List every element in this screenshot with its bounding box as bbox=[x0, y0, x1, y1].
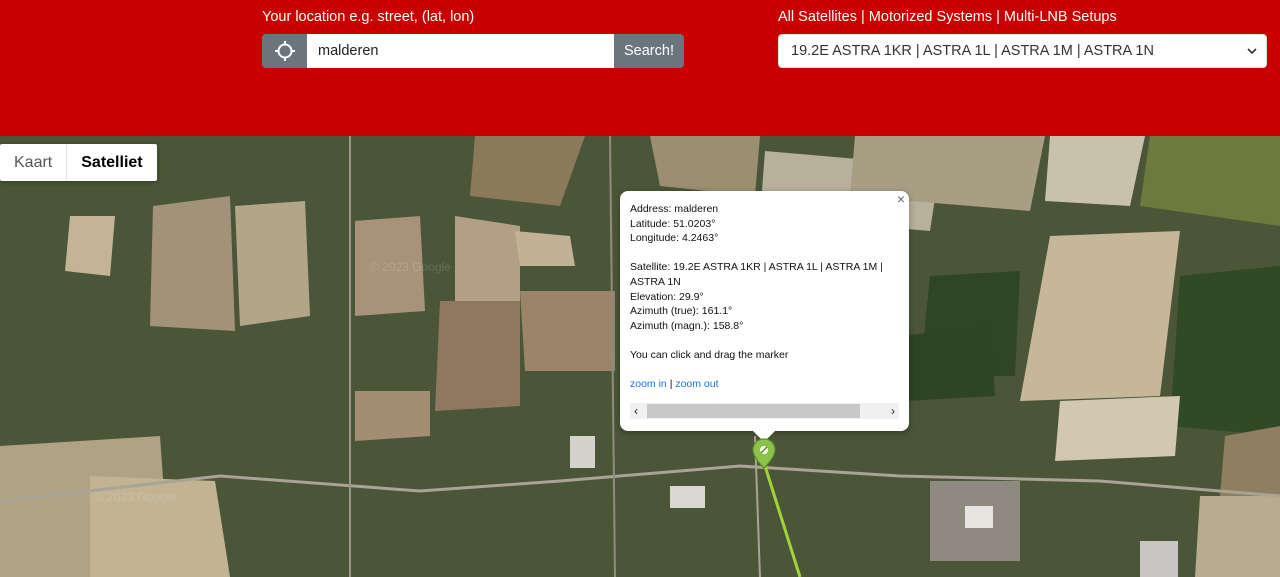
info-longitude: Longitude: 4.2463° bbox=[630, 232, 719, 245]
map-type-control: Kaart Satelliet bbox=[0, 144, 157, 181]
zoom-in-link[interactable]: zoom in bbox=[630, 378, 667, 390]
scroll-left-icon[interactable]: ‹ bbox=[634, 403, 638, 419]
location-label: Your location e.g. street, (lat, lon) bbox=[262, 9, 475, 25]
zoom-links: zoom in | zoom out bbox=[630, 377, 899, 392]
info-latitude: Latitude: 51.0203° bbox=[630, 217, 716, 230]
info-satellite-line1: Satellite: 19.2E ASTRA 1KR | ASTRA 1L | … bbox=[630, 261, 883, 274]
satellite-links[interactable]: All Satellites | Motorized Systems | Mul… bbox=[778, 9, 1117, 25]
info-address: Address: malderen bbox=[630, 203, 719, 215]
horizontal-scrollbar[interactable]: ‹ › bbox=[630, 403, 899, 419]
info-elevation: Elevation: 29.9° bbox=[630, 290, 704, 303]
search-button[interactable]: Search! bbox=[614, 34, 684, 68]
chevron-down-icon bbox=[1247, 48, 1257, 55]
map-watermark-2: © 2023 Google bbox=[370, 260, 451, 274]
locate-me-button[interactable] bbox=[262, 34, 307, 68]
info-window: × Address: malderen Latitude: 51.0203° L… bbox=[620, 191, 909, 442]
info-azimuth-true: Azimuth (true): 161.1° bbox=[630, 305, 733, 318]
location-search-input[interactable] bbox=[307, 34, 614, 68]
info-drag-hint: You can click and drag the marker bbox=[630, 348, 789, 361]
location-marker-icon[interactable] bbox=[752, 438, 776, 470]
map-watermark: © 2023 Google bbox=[95, 490, 176, 504]
map-type-satelliet[interactable]: Satelliet bbox=[66, 144, 156, 181]
map-type-kaart[interactable]: Kaart bbox=[0, 144, 66, 181]
scrollbar-thumb[interactable] bbox=[647, 404, 860, 418]
zoom-out-link[interactable]: zoom out bbox=[675, 378, 718, 390]
crosshair-icon bbox=[274, 41, 295, 61]
zoom-separator: | bbox=[669, 378, 673, 391]
info-satellite-line2: ASTRA 1N bbox=[630, 275, 681, 288]
info-azimuth-magn: Azimuth (magn.): 158.8° bbox=[630, 319, 744, 332]
satellite-select[interactable]: 19.2E ASTRA 1KR | ASTRA 1L | ASTRA 1M | … bbox=[778, 34, 1267, 68]
close-icon[interactable]: × bbox=[897, 192, 905, 207]
top-header: Your location e.g. street, (lat, lon) Al… bbox=[0, 0, 1280, 136]
scroll-right-icon[interactable]: › bbox=[891, 403, 895, 419]
satellite-select-value: 19.2E ASTRA 1KR | ASTRA 1L | ASTRA 1M | … bbox=[791, 43, 1154, 59]
